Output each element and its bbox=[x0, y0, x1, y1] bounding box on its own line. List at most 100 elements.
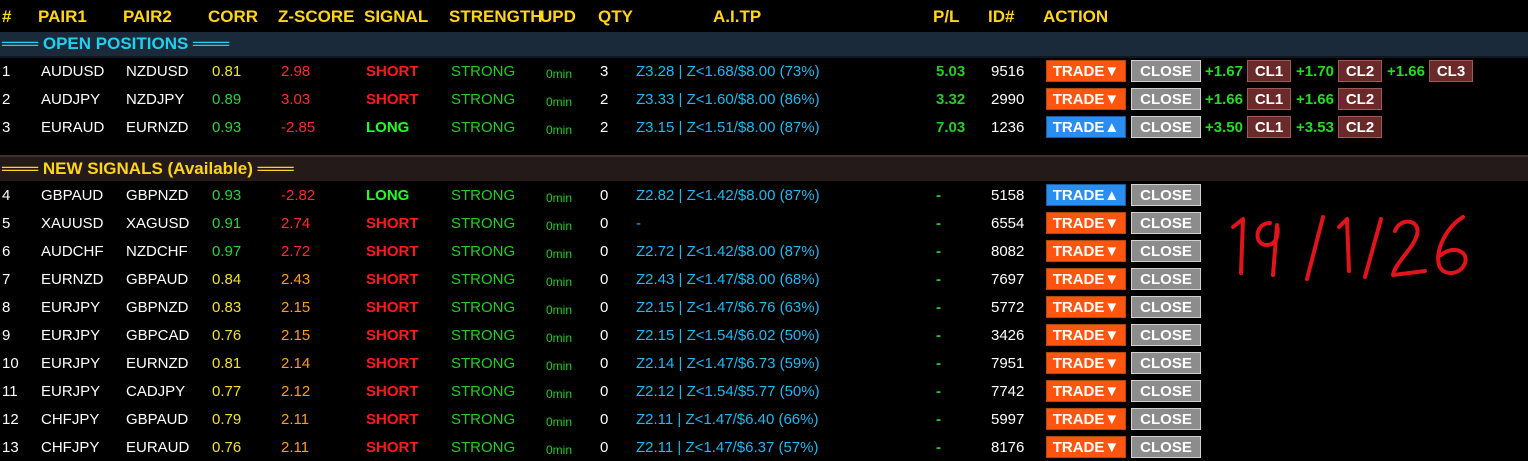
strength-cell: STRONG bbox=[451, 439, 516, 456]
qty-cell: 0 bbox=[600, 411, 609, 428]
pair1-cell: AUDUSD bbox=[41, 63, 105, 80]
section-new-title: ═══ NEW SIGNALS (Available) ═══ bbox=[2, 159, 294, 178]
qty-cell: 0 bbox=[600, 215, 609, 232]
zscore-cell: 2.98 bbox=[281, 63, 311, 80]
zscore-cell: 2.11 bbox=[281, 411, 310, 428]
close-button[interactable]: CLOSE bbox=[1131, 116, 1201, 138]
pair1-cell: EURJPY bbox=[41, 327, 101, 344]
pl-cell: - bbox=[936, 355, 941, 372]
trade-button[interactable]: TRADE▼ bbox=[1046, 380, 1126, 402]
qty-cell: 0 bbox=[600, 355, 609, 372]
trade-button[interactable]: TRADE▲ bbox=[1046, 184, 1126, 206]
close-level-value: +1.66 bbox=[1387, 63, 1425, 80]
close-level-value: +3.50 bbox=[1205, 119, 1243, 136]
pl-cell: - bbox=[936, 383, 941, 400]
upd-cell: 0min bbox=[546, 359, 573, 373]
tp-cell: Z2.14 | Z<1.47/$6.73 (59%) bbox=[636, 355, 820, 372]
close-button[interactable]: CLOSE bbox=[1131, 240, 1201, 262]
close-level-button[interactable]: CL3 bbox=[1429, 60, 1473, 82]
close-level-value: +1.66 bbox=[1296, 91, 1334, 108]
row-number: 13 bbox=[2, 439, 19, 456]
close-button[interactable]: CLOSE bbox=[1131, 380, 1201, 402]
pair1-cell: EURJPY bbox=[41, 383, 101, 400]
trade-button[interactable]: TRADE▼ bbox=[1046, 352, 1126, 374]
id-cell: 8176 bbox=[991, 439, 1025, 456]
pl-cell: - bbox=[936, 271, 941, 288]
trade-button[interactable]: TRADE▼ bbox=[1046, 60, 1126, 82]
signal-cell: LONG bbox=[366, 119, 410, 136]
close-level-value: +1.66 bbox=[1205, 91, 1243, 108]
trade-button[interactable]: TRADE▼ bbox=[1046, 240, 1126, 262]
table-row: 13 CHFJPY EURAUD 0.76 2.11 SHORT STRONG 0min 0 Z2… bbox=[0, 433, 1528, 461]
col-header-corr: CORR bbox=[208, 7, 259, 26]
strength-cell: STRONG bbox=[451, 243, 516, 260]
col-header-qty: QTY bbox=[598, 7, 633, 26]
close-button[interactable]: CLOSE bbox=[1131, 88, 1201, 110]
signal-cell: SHORT bbox=[366, 327, 419, 344]
close-level-button[interactable]: CL1 bbox=[1247, 60, 1291, 82]
corr-cell: 0.89 bbox=[212, 91, 242, 108]
upd-cell: 0min bbox=[546, 275, 573, 289]
close-button[interactable]: CLOSE bbox=[1131, 184, 1201, 206]
trade-button[interactable]: TRADE▼ bbox=[1046, 88, 1126, 110]
pair2-cell: NZDJPY bbox=[126, 91, 185, 108]
signal-cell: SHORT bbox=[366, 299, 419, 316]
close-button[interactable]: CLOSE bbox=[1131, 60, 1201, 82]
pair1-cell: EURJPY bbox=[41, 299, 101, 316]
trade-button[interactable]: TRADE▼ bbox=[1046, 268, 1126, 290]
strength-cell: STRONG bbox=[451, 91, 516, 108]
qty-cell: 0 bbox=[600, 271, 609, 288]
trade-button[interactable]: TRADE▼ bbox=[1046, 296, 1126, 318]
trade-button[interactable]: TRADE▲ bbox=[1046, 116, 1126, 138]
close-level-button[interactable]: CL1 bbox=[1247, 88, 1291, 110]
trade-button[interactable]: TRADE▼ bbox=[1046, 212, 1126, 234]
strength-cell: STRONG bbox=[451, 187, 516, 204]
signal-cell: SHORT bbox=[366, 63, 419, 80]
qty-cell: 2 bbox=[600, 91, 609, 108]
close-button[interactable]: CLOSE bbox=[1131, 436, 1201, 458]
trade-button[interactable]: TRADE▼ bbox=[1046, 436, 1126, 458]
signal-cell: SHORT bbox=[366, 355, 419, 372]
close-button[interactable]: CLOSE bbox=[1131, 296, 1201, 318]
corr-cell: 0.81 bbox=[212, 355, 242, 372]
trade-button[interactable]: TRADE▼ bbox=[1046, 324, 1126, 346]
zscore-cell: 2.12 bbox=[281, 383, 311, 400]
close-level-button[interactable]: CL1 bbox=[1247, 116, 1291, 138]
close-level-button[interactable]: CL2 bbox=[1338, 116, 1382, 138]
col-header-id: ID# bbox=[988, 7, 1015, 26]
strength-cell: STRONG bbox=[451, 327, 516, 344]
strength-cell: STRONG bbox=[451, 119, 516, 136]
section-new-signals: ═══ NEW SIGNALS (Available) ═══ bbox=[0, 155, 1528, 181]
zscore-cell: 2.74 bbox=[281, 215, 311, 232]
strength-cell: STRONG bbox=[451, 411, 516, 428]
qty-cell: 0 bbox=[600, 383, 609, 400]
trade-button[interactable]: TRADE▼ bbox=[1046, 408, 1126, 430]
close-level-button[interactable]: CL2 bbox=[1338, 88, 1382, 110]
corr-cell: 0.93 bbox=[212, 187, 242, 204]
column-header: # PAIR1 PAIR2 CORR Z-SCORE SIGNAL STRENG… bbox=[0, 0, 1528, 32]
close-button[interactable]: CLOSE bbox=[1131, 352, 1201, 374]
corr-cell: 0.76 bbox=[212, 327, 242, 344]
tp-cell: Z2.11 | Z<1.47/$6.40 (66%) bbox=[636, 411, 819, 428]
zscore-cell: 2.43 bbox=[281, 271, 311, 288]
close-button[interactable]: CLOSE bbox=[1131, 212, 1201, 234]
col-header-action: ACTION bbox=[1043, 7, 1109, 26]
upd-cell: 0min bbox=[546, 191, 573, 205]
close-button[interactable]: CLOSE bbox=[1131, 268, 1201, 290]
row-number: 7 bbox=[2, 271, 11, 288]
signal-cell: SHORT bbox=[366, 91, 419, 108]
table-row: 10 EURJPY EURNZD 0.81 2.14 SHORT STRONG 0min 0 Z2… bbox=[0, 349, 1528, 377]
pair2-cell: CADJPY bbox=[126, 383, 186, 400]
close-button[interactable]: CLOSE bbox=[1131, 408, 1201, 430]
pl-cell: 5.03 bbox=[936, 63, 966, 80]
tp-cell: Z2.12 | Z<1.54/$5.77 (50%) bbox=[636, 383, 820, 400]
table-row: 3 EURAUD EURNZD 0.93 -2.85 LONG STRONG 0min 2 Z3.… bbox=[0, 113, 1528, 141]
table-row: 12 CHFJPY GBPAUD 0.79 2.11 SHORT STRONG 0min 0 Z2… bbox=[0, 405, 1528, 433]
handwritten-date-drawing bbox=[1231, 215, 1468, 281]
table-row: 11 EURJPY CADJPY 0.77 2.12 SHORT STRONG 0min 0 Z2… bbox=[0, 377, 1528, 405]
close-button[interactable]: CLOSE bbox=[1131, 324, 1201, 346]
corr-cell: 0.81 bbox=[212, 63, 242, 80]
pair2-cell: GBPNZD bbox=[126, 299, 189, 316]
tp-cell: Z3.15 | Z<1.51/$8.00 (87%) bbox=[636, 119, 820, 136]
close-level-button[interactable]: CL2 bbox=[1338, 60, 1382, 82]
